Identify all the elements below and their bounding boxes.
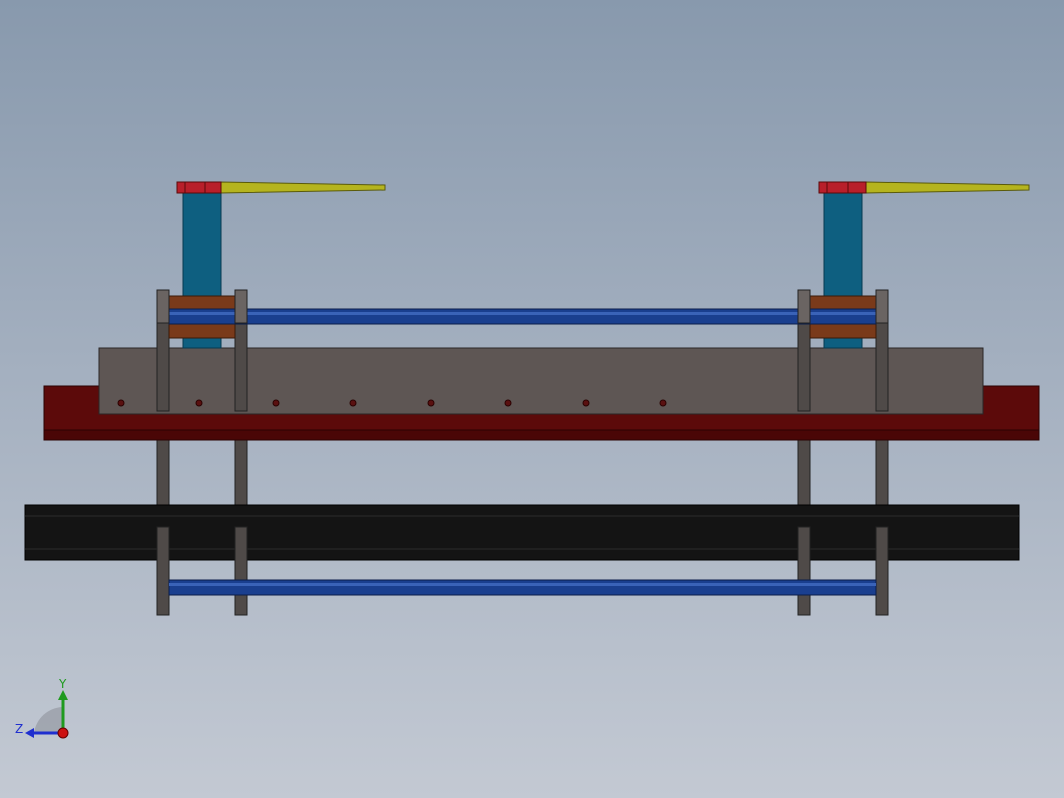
bracket-group <box>156 289 889 616</box>
lower-rod <box>168 579 877 596</box>
arm-right <box>865 181 1030 194</box>
bracket-lower-left-outer <box>156 526 170 616</box>
z-arrow-icon <box>25 728 34 738</box>
hole <box>349 399 357 407</box>
y-arrow-icon <box>58 690 68 700</box>
bracket-upper-right-outer <box>875 321 889 412</box>
z-axis-label: Z <box>15 722 23 736</box>
hole <box>195 399 203 407</box>
hole <box>117 399 125 407</box>
arm-head-left <box>176 181 222 194</box>
arm-left <box>219 181 386 194</box>
bracket-cap-left-inner <box>234 289 248 324</box>
hole <box>427 399 435 407</box>
bracket-upper-left-inner <box>234 321 248 412</box>
bracket-lower-right-inner <box>797 526 811 616</box>
black-beam <box>24 504 1020 561</box>
bracket-upper-right-inner <box>797 321 811 412</box>
hole <box>659 399 667 407</box>
upper-rod-highlight <box>169 312 876 315</box>
y-axis-label: Y <box>58 677 67 691</box>
bracket-cap-right-outer <box>875 289 889 324</box>
bracket-lower-right-outer <box>875 526 889 616</box>
bracket-cap-right-inner <box>797 289 811 324</box>
model-viewport[interactable] <box>0 0 1064 798</box>
upper-rod <box>168 308 877 325</box>
gray-block <box>98 347 984 415</box>
hole <box>582 399 590 407</box>
hole <box>504 399 512 407</box>
lower-rod-highlight <box>169 583 876 586</box>
triad-arc <box>34 707 63 733</box>
hole <box>272 399 280 407</box>
x-axis-dot-icon <box>57 727 69 739</box>
base-plate-lip <box>43 429 1040 441</box>
arm-head-right <box>818 181 867 194</box>
orientation-triad[interactable]: Y Z <box>10 676 80 746</box>
bracket-upper-left-outer <box>156 321 170 412</box>
bracket-cap-left-outer <box>156 289 170 324</box>
bracket-lower-left-inner <box>234 526 248 616</box>
